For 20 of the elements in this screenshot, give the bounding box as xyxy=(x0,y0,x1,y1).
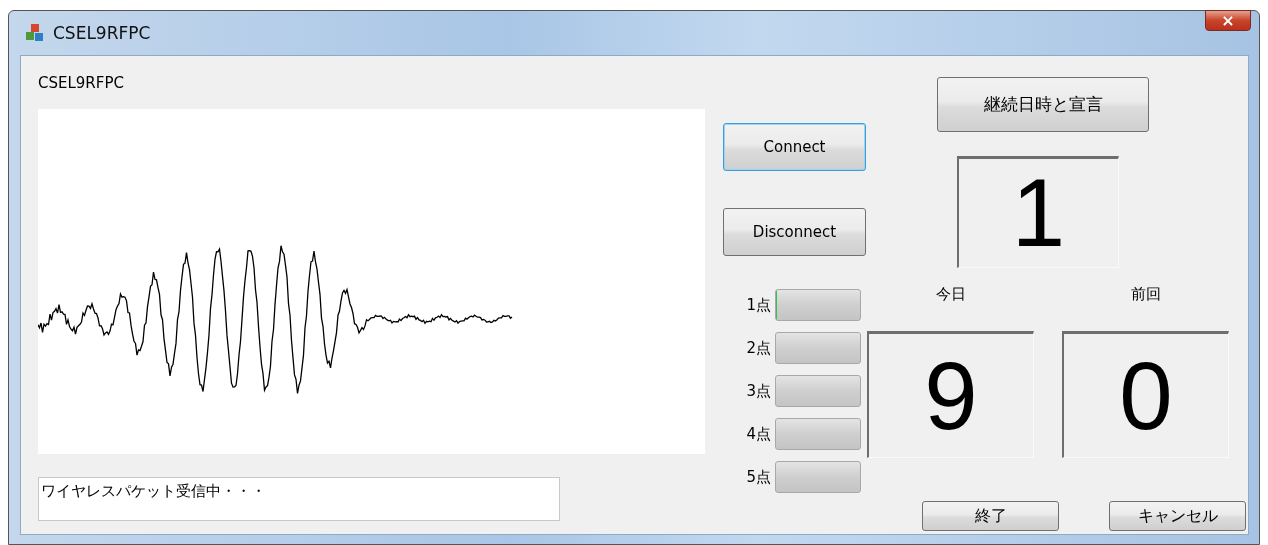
device-label: CSEL9RFPC xyxy=(38,74,125,92)
counter-label: 今日 xyxy=(935,284,966,304)
close-button[interactable]: × xyxy=(1205,10,1251,31)
declare-button[interactable]: 継続日時と宣言 xyxy=(937,77,1149,132)
connect-button[interactable]: Connect xyxy=(723,123,866,171)
disconnect-button[interactable]: Disconnect xyxy=(723,208,866,256)
window-title: CSEL9RFPC xyxy=(53,23,152,43)
meter-label: 3点 xyxy=(745,381,772,401)
count-display: 1 xyxy=(957,156,1119,268)
meter-label: 4点 xyxy=(745,424,772,444)
counter-display: 0 xyxy=(1062,331,1229,458)
meter-label: 1点 xyxy=(745,295,772,315)
counter-display: 9 xyxy=(867,331,1034,458)
app-icon xyxy=(25,23,45,43)
status-field[interactable]: ワイヤレスパケット受信中・・・ xyxy=(38,477,560,521)
cancel-button[interactable]: キャンセル xyxy=(1109,501,1246,531)
exit-button[interactable]: 終了 xyxy=(922,501,1059,531)
meter-label: 5点 xyxy=(745,467,772,487)
meter-label: 2点 xyxy=(745,338,772,358)
counter-label: 前回 xyxy=(1130,284,1161,304)
